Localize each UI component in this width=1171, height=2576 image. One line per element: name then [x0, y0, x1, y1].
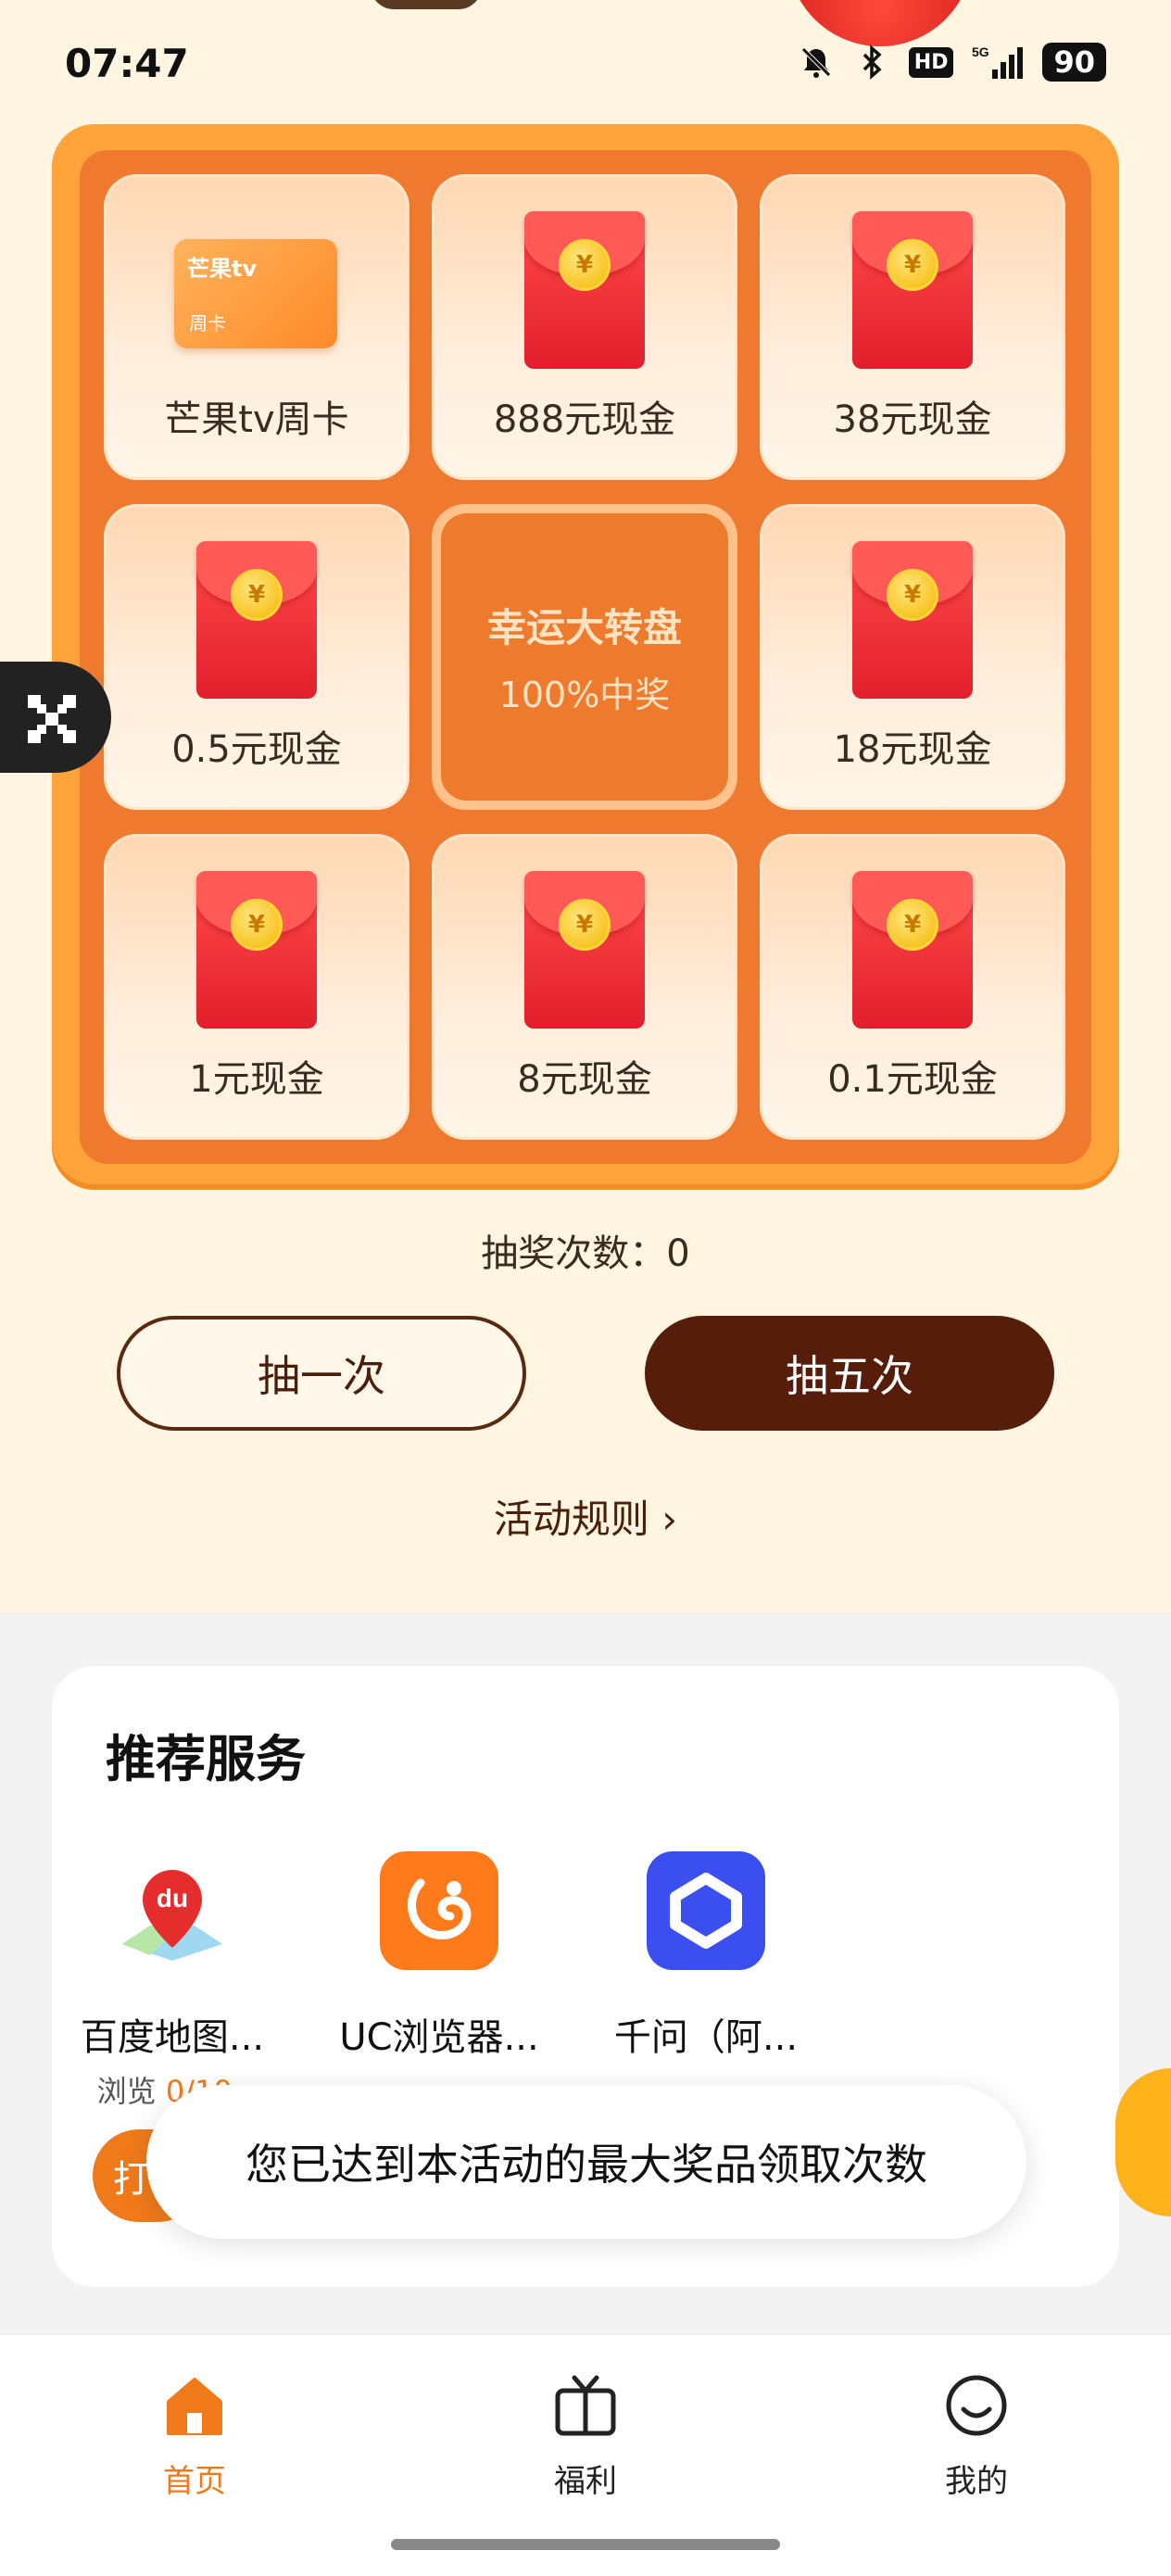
app-name: 百度地图...: [80, 2016, 265, 2059]
red-envelope-icon: ¥: [524, 871, 645, 1029]
toast-message: 您已达到本活动的最大奖品领取次数: [146, 2085, 1026, 2239]
prize-label: 0.5元现金: [171, 728, 342, 771]
draw-once-button[interactable]: 抽一次: [117, 1316, 526, 1431]
baidu-map-icon: du: [113, 1851, 232, 1970]
bluetooth-icon: [863, 44, 882, 80]
home-icon: [167, 2378, 222, 2435]
app-name: 千问（阿...: [613, 2016, 799, 2059]
prize-cell-8: ¥ 8元现金: [432, 834, 737, 1140]
smiley-icon: [946, 2375, 1007, 2436]
red-envelope-icon: ¥: [852, 871, 973, 1029]
nav-label: 首页: [163, 2463, 226, 2500]
red-envelope-icon: ¥: [196, 871, 317, 1029]
red-envelope-icon: ¥: [852, 211, 973, 369]
status-time: 07:47: [65, 41, 189, 86]
prize-cell-38: ¥ 38元现金: [760, 174, 1065, 480]
qianwen-icon: [647, 1851, 765, 1970]
coin-icon: ¥: [887, 569, 938, 621]
red-envelope-icon: ¥: [852, 541, 973, 699]
coin-icon: ¥: [231, 569, 283, 621]
prize-label: 1元现金: [189, 1058, 324, 1101]
prize-label: 0.1元现金: [827, 1058, 998, 1101]
mango-tv-card-icon: 芒果tv 周卡: [174, 239, 337, 348]
red-envelope-icon: ¥: [196, 541, 317, 699]
floating-side-button[interactable]: [0, 662, 111, 773]
home-indicator[interactable]: [391, 2539, 780, 2550]
hd-badge: HD: [908, 46, 954, 78]
nav-home[interactable]: 首页: [102, 2368, 287, 2501]
prize-label: 888元现金: [493, 398, 676, 441]
prize-label: 8元现金: [517, 1058, 652, 1101]
app-uc-browser[interactable]: UC浏览器...: [319, 1851, 560, 2061]
svg-text:5G: 5G: [972, 44, 989, 59]
prize-cell-1: ¥ 1元现金: [104, 834, 409, 1140]
svg-text:du: du: [157, 1884, 188, 1913]
tv-icon: [555, 2375, 616, 2436]
center-title: 幸运大转盘: [486, 605, 682, 650]
center-subtitle: 100%中奖: [498, 675, 671, 715]
app-qianwen[interactable]: 千问（阿...: [586, 1851, 826, 2061]
coin-icon: ¥: [231, 899, 283, 951]
coin-icon: ¥: [559, 239, 611, 291]
decoration-top: [371, 0, 482, 9]
battery-indicator: 90: [1042, 43, 1106, 82]
draw-count: 抽奖次数：0: [481, 1232, 690, 1275]
nav-welfare[interactable]: 福利: [493, 2368, 678, 2501]
activity-rules-link[interactable]: 活动规则 ›: [0, 1488, 1171, 1545]
coin-icon: ¥: [887, 899, 938, 951]
status-icons: HD 5G 90: [798, 43, 1106, 82]
lucky-wheel-center[interactable]: 幸运大转盘 100%中奖: [432, 504, 737, 810]
mute-bell-icon: [801, 47, 831, 78]
prize-label: 18元现金: [833, 728, 992, 771]
draw-five-button[interactable]: 抽五次: [645, 1316, 1054, 1431]
prize-cell-0-1: ¥ 0.1元现金: [760, 834, 1065, 1140]
prize-cell-18: ¥ 18元现金: [760, 504, 1065, 810]
nav-label: 福利: [554, 2463, 617, 2500]
pattern-icon: [28, 695, 76, 743]
services-title: 推荐服务: [106, 1730, 306, 1788]
prize-cell-0-5: ¥ 0.5元现金: [104, 504, 409, 810]
mango-card-sub: 周卡: [189, 312, 226, 335]
floating-refresh-button[interactable]: [1115, 2068, 1171, 2216]
prize-label: 38元现金: [833, 398, 992, 441]
prize-cell-mango-card: 芒果tv 周卡 芒果tv周卡: [104, 174, 409, 480]
mango-card-logo: 芒果tv: [187, 256, 258, 282]
prize-cell-888: ¥ 888元现金: [432, 174, 737, 480]
nav-mine[interactable]: 我的: [884, 2368, 1069, 2501]
red-envelope-icon: ¥: [524, 211, 645, 369]
progress-label: 浏览: [96, 2074, 157, 2109]
status-bar: 07:47 HD 5G 90: [0, 37, 1171, 102]
coin-icon: ¥: [887, 239, 938, 291]
coin-icon: ¥: [559, 899, 611, 951]
app-baidu-map[interactable]: du 百度地图... 浏览 0/10s: [52, 1851, 293, 2111]
signal-5g-icon: 5G: [972, 44, 1024, 79]
prize-label: 芒果tv周卡: [164, 398, 349, 441]
app-name: UC浏览器...: [339, 2016, 539, 2059]
uc-browser-icon: [380, 1851, 498, 1970]
nav-label: 我的: [945, 2463, 1008, 2500]
